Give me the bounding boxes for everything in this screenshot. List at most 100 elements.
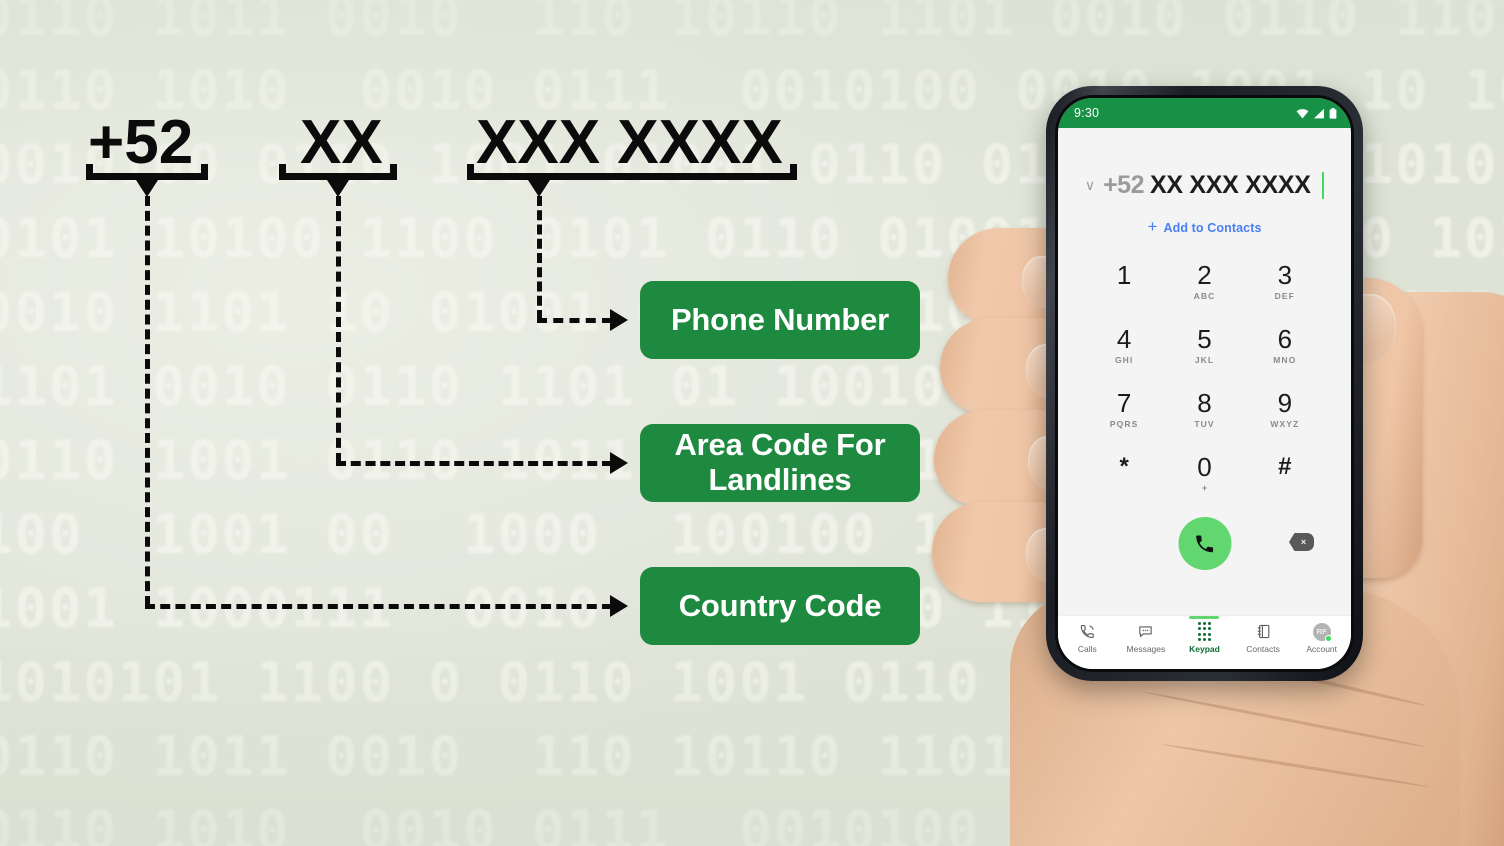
dashed-line-subscriber-vertical [537,196,542,320]
bracket-country-code [86,164,208,180]
nav-item-account-label: Account [1306,644,1338,654]
phone-handset-icon [1196,534,1214,552]
dialpad-key-9-digit: 9 [1277,388,1293,418]
dialpad-key-3[interactable]: 3 DEF [1245,260,1325,311]
dialpad-key-6[interactable]: 6 MNO [1245,324,1325,375]
dialpad-key-2-digit: 2 [1197,260,1212,290]
dialpad-key-6-digit: 6 [1277,324,1293,354]
dialpad-key-9-sub: WXYZ [1270,419,1300,430]
dialpad-key-8-sub: TUV [1194,419,1215,430]
active-tab-indicator [1189,616,1220,619]
label-area-code-line2: Landlines [708,462,852,497]
avatar: RF [1312,622,1332,642]
bottom-navigation-bar: Calls Messages Keypad Contacts RF Accoun… [1058,615,1351,669]
dialpad-key-2[interactable]: 2 ABC [1164,260,1244,311]
battery-icon [1329,107,1337,119]
nav-item-contacts-label: Contacts [1246,644,1280,654]
nav-item-messages-label: Messages [1126,644,1166,654]
bracket-subscriber-number [467,164,797,180]
calls-icon [1079,622,1096,641]
avatar-initials: RF [1316,627,1327,636]
arrowhead-right-subscriber-number [610,309,628,331]
backspace-button[interactable]: × [1289,533,1314,551]
nav-item-keypad[interactable]: Keypad [1175,616,1234,654]
dialpad-key-8[interactable]: 8 TUV [1164,388,1244,439]
dialpad-key-1[interactable]: 1 [1084,260,1164,311]
status-bar-icons [1296,107,1337,119]
wifi-icon [1296,108,1309,118]
dialpad: 1 2 ABC 3 DEF 4 GHI 5 JKL 6 MNO 7 PQRS 8… [1058,260,1351,503]
smartphone-device: 9:30 ∨ +52 XX XXX XXXX + Add to Contacts… [1046,86,1363,681]
nav-item-contacts[interactable]: Contacts [1234,622,1293,654]
nav-item-messages[interactable]: Messages [1117,622,1176,654]
infographic-canvas: 0110 1011 0010 110 10110 1101 0010 0110 … [0,0,1504,846]
dashed-line-subscriber-horizontal [537,318,612,323]
avatar-icon: RF [1312,622,1332,642]
dialpad-key-3-digit: 3 [1277,260,1293,290]
arrowhead-down-country-code [136,180,158,197]
chevron-down-icon[interactable]: ∨ [1085,178,1095,192]
add-to-contacts-label: Add to Contacts [1163,220,1262,235]
dialpad-key-0-sub: + [1201,483,1208,494]
dialpad-key-7-digit: 7 [1116,388,1132,418]
nav-item-keypad-label: Keypad [1189,644,1220,654]
keypad-icon [1197,622,1212,641]
dialpad-key-4[interactable]: 4 GHI [1084,324,1164,375]
dialpad-key-3-sub: DEF [1274,291,1295,302]
label-country-code-text: Country Code [678,587,882,623]
dialpad-key-hash[interactable]: # [1245,454,1325,503]
call-button[interactable] [1178,517,1231,570]
label-country-code: Country Code [640,567,920,645]
online-status-dot [1324,634,1332,642]
dialpad-key-1-digit: 1 [1116,260,1132,290]
nav-item-calls[interactable]: Calls [1058,622,1117,654]
dialpad-key-5[interactable]: 5 JKL [1164,324,1244,375]
dialpad-key-4-sub: GHI [1114,355,1134,366]
text-caret [1321,172,1325,199]
dialpad-key-star-digit: * [1119,453,1129,480]
dialpad-key-9[interactable]: 9 WXYZ [1245,388,1325,439]
status-bar: 9:30 [1058,98,1351,128]
arrowhead-right-area-code [610,452,628,474]
dialpad-key-7[interactable]: 7 PQRS [1084,388,1164,439]
dialer-country-code: +52 [1103,171,1144,199]
label-area-code-landlines: Area Code For Landlines [640,424,920,502]
nav-item-calls-label: Calls [1077,644,1097,654]
dialpad-key-7-sub: PQRS [1109,419,1139,430]
signal-icon [1314,108,1324,118]
dialer-number: XX XXX XXXX [1150,171,1311,199]
dialer-number-row[interactable]: ∨ +52 XX XXX XXXX [1085,171,1325,200]
plus-icon: + [1147,217,1158,236]
arrowhead-down-area-code [327,180,349,197]
dialpad-key-hash-digit: # [1278,453,1292,480]
dialpad-key-5-digit: 5 [1197,324,1212,354]
dashed-line-country-code-vertical [145,196,150,606]
nav-item-account[interactable]: RF Account [1292,622,1351,654]
dashed-line-area-code-vertical [336,196,341,463]
label-area-code-line1: Area Code For [674,427,886,463]
messages-icon [1137,622,1154,641]
phone-screen: 9:30 ∨ +52 XX XXX XXXX + Add to Contacts… [1058,98,1351,669]
dialpad-key-8-digit: 8 [1197,388,1212,418]
label-phone-number-text: Phone Number [670,301,890,337]
dialpad-key-star[interactable]: * [1084,454,1164,503]
dialer-action-row: × [1058,513,1351,575]
arrowhead-right-country-code [610,595,628,617]
dialpad-key-5-sub: JKL [1194,355,1215,366]
dialpad-key-6-sub: MNO [1273,355,1297,366]
dialer-number-area: ∨ +52 XX XXX XXXX + Add to Contacts [1058,128,1351,236]
bracket-area-code [279,164,397,180]
phone-bezel: 9:30 ∨ +52 XX XXX XXXX + Add to Contacts… [1055,95,1354,672]
label-phone-number: Phone Number [640,281,920,359]
dialpad-key-0[interactable]: 0 + [1164,452,1244,503]
arrowhead-down-subscriber-number [528,180,550,197]
status-bar-time: 9:30 [1074,106,1100,120]
add-to-contacts-button[interactable]: + Add to Contacts [1147,217,1262,236]
dialpad-key-4-digit: 4 [1116,324,1132,354]
dashed-line-area-code-horizontal [336,461,612,466]
dialpad-key-0-digit: 0 [1197,452,1212,482]
dialpad-key-2-sub: ABC [1193,291,1216,302]
dashed-line-country-code-horizontal [145,604,612,609]
backspace-glyph: × [1300,536,1307,547]
contacts-icon [1255,622,1272,641]
